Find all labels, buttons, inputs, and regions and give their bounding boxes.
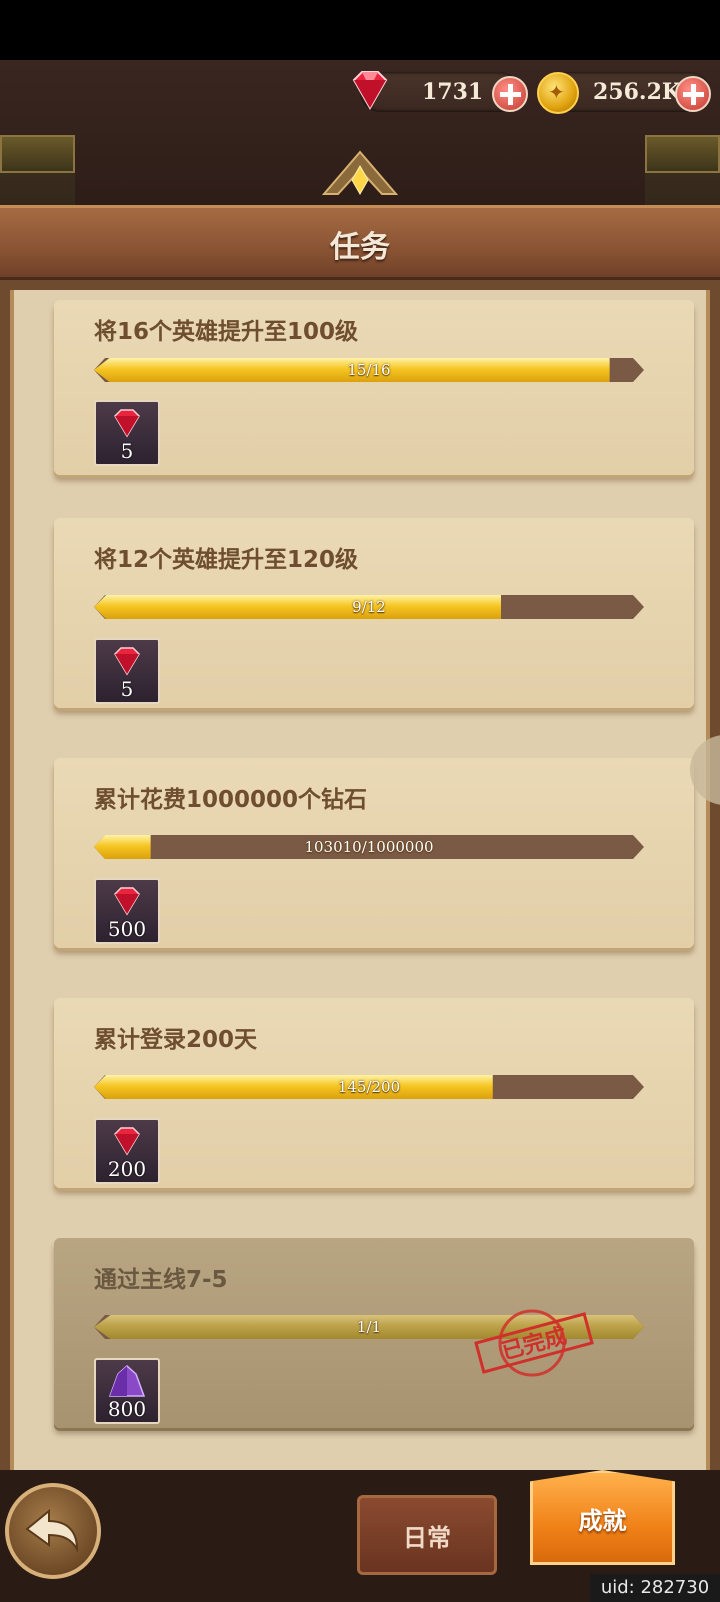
progress-bar: 9/12 <box>94 595 644 619</box>
status-bar <box>0 0 720 60</box>
back-arrow-icon <box>25 1508 79 1553</box>
reward-slot[interactable]: 500 <box>94 878 160 944</box>
reward-slot[interactable]: 800 <box>94 1358 160 1424</box>
task-card: 累计花费1000000个钻石 103010/1000000 500 <box>54 758 694 948</box>
reward-quantity: 800 <box>107 1397 147 1421</box>
gem-counter: 1731 <box>352 71 528 112</box>
gem-count: 1731 <box>422 79 484 105</box>
completed-stamp: 已完成 <box>474 1309 594 1377</box>
reward-quantity: 200 <box>107 1157 147 1181</box>
tab-daily-label: 日常 <box>403 1524 451 1552</box>
add-gems-button[interactable] <box>492 76 528 112</box>
gold-coin-icon: ✦ <box>537 72 579 114</box>
user-id-label: uid: 282730 <box>590 1574 720 1602</box>
tab-achievement[interactable]: 成就 <box>530 1470 675 1565</box>
progress-bar: 145/200 <box>94 1075 644 1099</box>
task-card: 累计登录200天 145/200 200 <box>54 998 694 1188</box>
back-button[interactable] <box>5 1483 101 1579</box>
task-list[interactable]: 将16个英雄提升至100级 15/16 5 将12个英雄提升至120级 9/12… <box>10 290 710 1470</box>
task-name: 累计登录200天 <box>94 1027 258 1053</box>
page-title: 任务 <box>330 230 390 265</box>
add-gold-button[interactable] <box>675 76 711 112</box>
reward-quantity: 5 <box>120 439 134 463</box>
reward-slot[interactable]: 5 <box>94 638 160 704</box>
tab-achievement-label: 成就 <box>578 1507 627 1535</box>
task-card: 将16个英雄提升至100级 15/16 5 <box>54 300 694 475</box>
task-name: 将16个英雄提升至100级 <box>94 319 359 345</box>
tab-daily[interactable]: 日常 <box>357 1495 497 1575</box>
progress-bar: 15/16 <box>94 358 644 382</box>
page-header: 任务 <box>0 205 720 280</box>
reward-slot[interactable]: 200 <box>94 1118 160 1184</box>
task-name: 累计花费1000000个钻石 <box>94 787 368 813</box>
task-name: 将12个英雄提升至120级 <box>94 547 359 573</box>
task-card: 将12个英雄提升至120级 9/12 5 <box>54 518 694 708</box>
reward-quantity: 500 <box>107 917 147 941</box>
progress-text: 15/16 <box>347 361 391 379</box>
task-card-completed: 通过主线7-5 1/1 800 已完成 <box>54 1238 694 1428</box>
reward-slot[interactable]: 5 <box>94 400 160 466</box>
progress-bar: 103010/1000000 <box>94 835 644 859</box>
task-name: 通过主线7-5 <box>94 1267 228 1293</box>
progress-text: 103010/1000000 <box>304 838 434 856</box>
ruby-gem-icon <box>352 71 388 111</box>
progress-text: 9/12 <box>352 598 386 616</box>
gold-count: 256.2K <box>593 79 682 105</box>
reward-quantity: 5 <box>120 677 134 701</box>
progress-text: 145/200 <box>337 1078 401 1096</box>
gold-counter: ✦ 256.2K <box>537 72 711 114</box>
